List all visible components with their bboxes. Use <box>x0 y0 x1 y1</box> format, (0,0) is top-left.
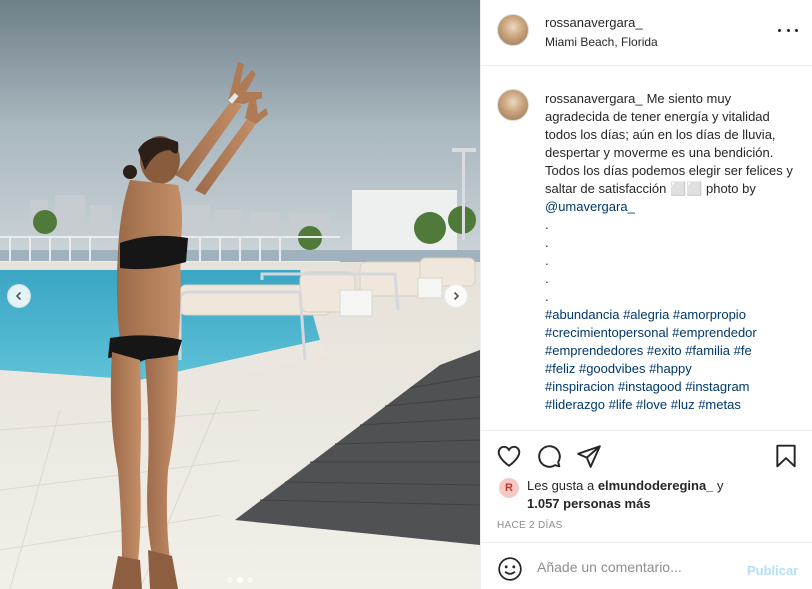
comment-bar: Publicar <box>481 542 812 589</box>
carousel-dot-active <box>237 577 243 583</box>
likes-conjunction: y <box>713 478 724 493</box>
pool-photo-illustration <box>0 0 480 589</box>
caption-body: Me siento muy agradecida de tener energí… <box>545 91 793 196</box>
publish-button[interactable]: Publicar <box>747 563 798 578</box>
instagram-post: rossanavergara_ Miami Beach, Florida ros… <box>0 0 812 589</box>
previous-photo-button[interactable] <box>7 284 31 308</box>
post-side-panel: rossanavergara_ Miami Beach, Florida ros… <box>480 0 812 589</box>
bookmark-icon <box>776 444 796 468</box>
likes-line-2: 1.057 personas más <box>527 496 651 511</box>
more-dot-icon <box>795 28 798 32</box>
post-header: rossanavergara_ Miami Beach, Florida <box>481 0 812 66</box>
caption-username[interactable]: rossanavergara_ <box>545 91 643 106</box>
comment-icon <box>538 445 561 468</box>
post-photo[interactable] <box>0 0 480 589</box>
comment-button[interactable] <box>536 443 562 469</box>
comment-input[interactable] <box>537 555 737 579</box>
caption-hashtags[interactable]: #abundancia #alegria #amorpropio <box>545 306 793 324</box>
liker-avatar[interactable]: R <box>499 478 519 498</box>
liker-username[interactable]: elmundoderegina_ <box>598 478 714 493</box>
carousel-dot <box>247 577 253 583</box>
next-photo-button[interactable] <box>444 284 468 308</box>
caption-hashtags[interactable]: #crecimientopersonal #emprendedor <box>545 324 793 342</box>
share-button[interactable] <box>576 443 602 469</box>
carousel-dot <box>227 577 233 583</box>
likes-prefix: Les gusta a <box>527 478 598 493</box>
caption-dot: . <box>545 289 549 304</box>
post-location[interactable]: Miami Beach, Florida <box>545 35 658 49</box>
caption-dot: . <box>545 217 549 232</box>
save-button[interactable] <box>773 443 799 469</box>
caption-area[interactable]: rossanavergara_ Me siento muy agradecida … <box>481 67 812 429</box>
share-icon <box>577 445 601 468</box>
caption-dot: . <box>545 253 549 268</box>
carousel-indicator <box>0 577 480 583</box>
more-dot-icon <box>778 28 781 32</box>
heart-icon <box>497 445 521 467</box>
emoji-icon <box>498 557 522 581</box>
author-username[interactable]: rossanavergara_ <box>545 15 643 30</box>
post-timestamp[interactable]: HACE 2 DÍAS <box>497 520 563 531</box>
caption-hashtags[interactable]: #emprendedores #exito #familia #fe <box>545 342 793 360</box>
action-bar <box>481 430 812 476</box>
caption-dot: . <box>545 235 549 250</box>
author-avatar[interactable] <box>497 14 529 46</box>
caption-hashtags[interactable]: #feliz #goodvibes #happy <box>545 360 793 378</box>
emoji-button[interactable] <box>497 556 523 582</box>
caption-hashtags[interactable]: #liderazgo #life #love #luz #metas <box>545 396 793 414</box>
caption-author-avatar[interactable] <box>497 89 529 121</box>
more-options-button[interactable] <box>778 22 798 38</box>
like-button[interactable] <box>496 443 522 469</box>
caption-hashtags[interactable]: #inspiracion #instagood #instagram <box>545 378 793 396</box>
chevron-right-icon <box>453 291 460 301</box>
more-dot-icon <box>786 28 790 32</box>
chevron-left-icon <box>15 291 22 301</box>
likes-summary: R Les gusta a elmundoderegina_ y 1.057 p… <box>497 476 797 516</box>
caption-dot: . <box>545 271 549 286</box>
likes-line-1: Les gusta a elmundoderegina_ y <box>527 478 724 493</box>
likes-count[interactable]: 1.057 personas más <box>527 496 651 511</box>
caption-mention[interactable]: @umavergara_ <box>545 198 793 216</box>
caption-text: rossanavergara_ Me siento muy agradecida … <box>545 90 793 414</box>
